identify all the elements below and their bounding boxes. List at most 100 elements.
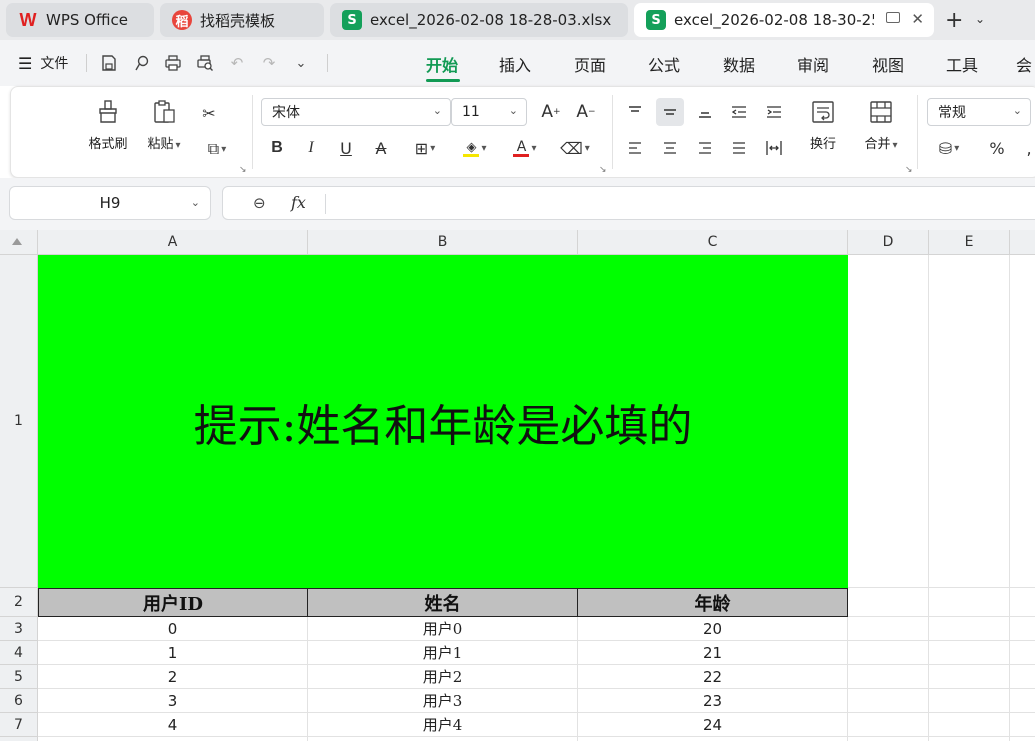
tab-formula[interactable]: 公式: [648, 52, 680, 76]
header-cell-name[interactable]: 姓名: [308, 588, 578, 617]
table-cell[interactable]: 21: [578, 641, 848, 665]
cell[interactable]: [1010, 588, 1035, 617]
cell[interactable]: [848, 737, 929, 741]
fill-color-icon[interactable]: ◈ ▾: [455, 134, 495, 162]
italic-icon[interactable]: I: [297, 134, 325, 162]
formula-input[interactable]: ⊖ fx: [222, 186, 1035, 220]
select-all-corner[interactable]: [0, 230, 38, 255]
row-header-5[interactable]: 5: [0, 665, 38, 689]
table-cell[interactable]: 用户1: [308, 641, 578, 665]
table-cell[interactable]: 用户4: [308, 713, 578, 737]
tab-excel-file-2[interactable]: S excel_2026-02-08 18-30-25. ✕: [634, 3, 934, 37]
font-name-select[interactable]: 宋体 ⌄: [261, 98, 451, 126]
table-cell[interactable]: 1: [38, 641, 308, 665]
name-box[interactable]: H9 ⌄: [9, 186, 211, 220]
new-tab-plus-icon[interactable]: +: [945, 8, 963, 33]
table-cell[interactable]: 22: [578, 665, 848, 689]
cell[interactable]: [1010, 617, 1035, 641]
column-header-c[interactable]: C: [578, 230, 848, 255]
row-header-7[interactable]: 7: [0, 713, 38, 737]
cell[interactable]: [929, 588, 1010, 617]
align-right-icon[interactable]: [691, 134, 719, 162]
cell[interactable]: [929, 255, 1010, 588]
row-header-6[interactable]: 6: [0, 689, 38, 713]
font-color-icon[interactable]: A ▾: [505, 134, 545, 162]
thousands-separator-icon[interactable]: ,: [1015, 134, 1035, 162]
monitor-icon[interactable]: [886, 12, 900, 23]
tab-excel-file-1[interactable]: S excel_2026-02-08 18-28-03.xlsx: [330, 3, 628, 37]
underline-icon[interactable]: U: [332, 134, 360, 162]
header-cell-age[interactable]: 年龄: [578, 588, 848, 617]
tab-wps-office[interactable]: W WPS Office: [6, 3, 154, 37]
currency-icon[interactable]: ⛁ ▾: [929, 134, 969, 162]
print-icon[interactable]: [162, 52, 184, 74]
increase-font-icon[interactable]: A +: [537, 98, 565, 126]
dialog-launcher-icon[interactable]: ↘: [599, 165, 607, 175]
tab-tools[interactable]: 工具: [946, 52, 978, 76]
column-header-a[interactable]: A: [38, 230, 308, 255]
table-cell[interactable]: 用户0: [308, 617, 578, 641]
cell[interactable]: [308, 737, 578, 741]
paste-button[interactable]: 粘贴 ▾: [139, 99, 189, 152]
cell[interactable]: [848, 641, 929, 665]
format-painter-button[interactable]: 格式刷: [83, 99, 133, 152]
export-pdf-icon[interactable]: [131, 52, 153, 74]
undo-icon[interactable]: ↶: [226, 52, 248, 74]
cell[interactable]: [848, 255, 929, 588]
print-preview-icon[interactable]: [194, 52, 216, 74]
increase-indent-icon[interactable]: [760, 98, 788, 126]
cut-icon[interactable]: ✂: [195, 99, 223, 127]
clear-format-icon[interactable]: ⌫ ▾: [555, 134, 595, 162]
cell[interactable]: [929, 737, 1010, 741]
tab-page[interactable]: 页面: [574, 52, 606, 76]
table-cell[interactable]: 3: [38, 689, 308, 713]
tab-insert[interactable]: 插入: [499, 52, 531, 76]
justify-icon[interactable]: [725, 134, 753, 162]
tab-view[interactable]: 视图: [872, 52, 904, 76]
tab-home[interactable]: 开始: [426, 52, 458, 76]
table-cell[interactable]: 用户3: [308, 689, 578, 713]
align-left-icon[interactable]: [621, 134, 649, 162]
cell[interactable]: [1010, 713, 1035, 737]
column-header-d[interactable]: D: [848, 230, 929, 255]
copy-icon[interactable]: ⧉ ▾: [197, 135, 237, 163]
table-cell[interactable]: 20: [578, 617, 848, 641]
close-tab-icon[interactable]: ✕: [911, 10, 924, 28]
cell[interactable]: [929, 641, 1010, 665]
merged-banner-cell[interactable]: 提示:姓名和年龄是必填的: [38, 255, 848, 588]
cell[interactable]: [848, 617, 929, 641]
bold-icon[interactable]: B: [263, 134, 291, 162]
cell[interactable]: [929, 713, 1010, 737]
cell[interactable]: [848, 689, 929, 713]
decrease-font-icon[interactable]: A −: [572, 98, 600, 126]
decrease-indent-icon[interactable]: [725, 98, 753, 126]
cell[interactable]: [848, 588, 929, 617]
distributed-align-icon[interactable]: [760, 134, 788, 162]
row-header-8[interactable]: [0, 737, 38, 741]
strikethrough-icon[interactable]: A: [367, 134, 395, 162]
border-icon[interactable]: ⊞ ▾: [405, 134, 445, 162]
cell[interactable]: [1010, 255, 1035, 588]
align-center-icon[interactable]: [656, 134, 684, 162]
chevron-down-icon[interactable]: ⌄: [975, 12, 985, 26]
cell[interactable]: [578, 737, 848, 741]
merge-cells-button[interactable]: 合并 ▾: [855, 99, 907, 152]
dialog-launcher-icon[interactable]: ↘: [239, 165, 247, 175]
wrap-text-button[interactable]: 换行: [801, 99, 845, 152]
table-cell[interactable]: 0: [38, 617, 308, 641]
cell[interactable]: [929, 665, 1010, 689]
row-header-4[interactable]: 4: [0, 641, 38, 665]
column-header-f[interactable]: [1010, 230, 1035, 255]
spreadsheet-grid[interactable]: A B C D E 1 2 3 4 5 6 7 提示:姓名和年龄是必填的 用户I…: [0, 230, 1035, 741]
table-cell[interactable]: 23: [578, 689, 848, 713]
chevron-down-icon[interactable]: ⌄: [290, 52, 312, 74]
insert-function-icon[interactable]: fx: [291, 193, 306, 212]
save-icon[interactable]: [98, 52, 120, 74]
file-menu-button[interactable]: ☰ 文件: [18, 53, 68, 73]
align-middle-icon[interactable]: [656, 98, 684, 126]
cell[interactable]: [929, 617, 1010, 641]
cell[interactable]: [848, 665, 929, 689]
table-cell[interactable]: 24: [578, 713, 848, 737]
table-cell[interactable]: 用户2: [308, 665, 578, 689]
table-cell[interactable]: 2: [38, 665, 308, 689]
